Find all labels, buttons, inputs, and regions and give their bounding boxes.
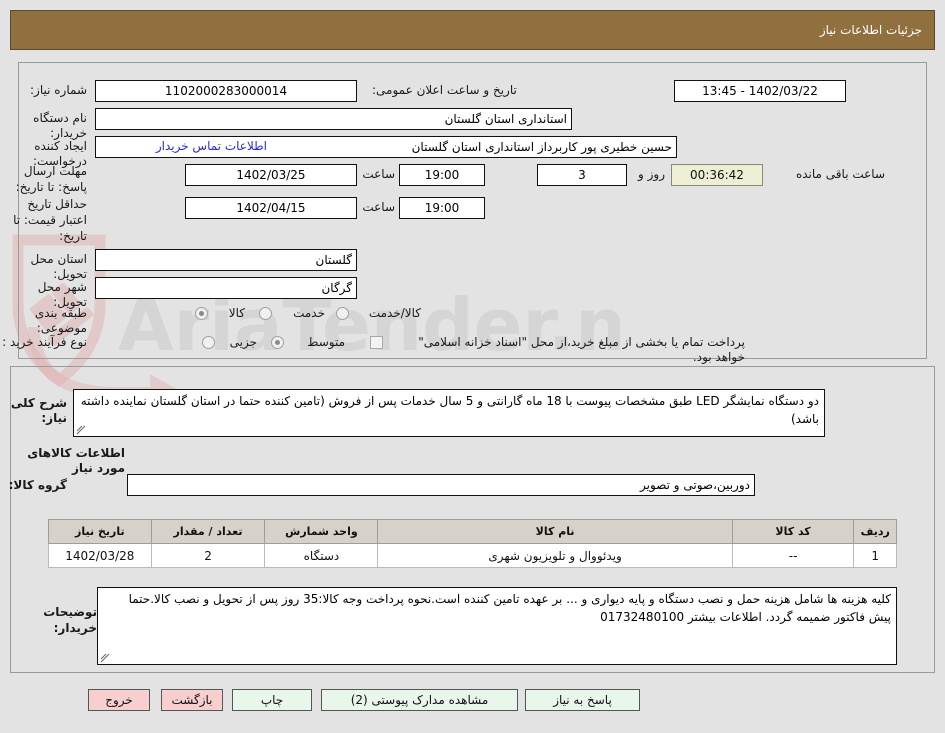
public-announcement-value: 1402/03/22 - 13:45 bbox=[674, 80, 846, 102]
delivery-province-label: استان محل تحویل: bbox=[30, 252, 87, 281]
resize-grip-icon[interactable] bbox=[76, 425, 86, 435]
goods-section-heading: اطلاعات کالاهای مورد نیاز bbox=[27, 446, 125, 475]
print-button[interactable]: چاپ bbox=[232, 689, 312, 711]
treasury-bond-checkbox[interactable] bbox=[370, 336, 383, 349]
price-validity-time-label: ساعت bbox=[362, 200, 395, 214]
buyer-notes-value: کلیه هزینه ها شامل هزینه حمل و نصب دستگا… bbox=[128, 592, 891, 624]
need-description-label: شرح کلی نیاز: bbox=[10, 396, 67, 425]
need-number-label: شماره نیاز: bbox=[30, 83, 87, 97]
radio-process-motavaset[interactable] bbox=[271, 336, 284, 349]
goods-group-label: گروه کالا: bbox=[8, 478, 67, 492]
need-number-value: 1102000283000014 bbox=[95, 80, 357, 102]
table-header-row: ردیف کد کالا نام کالا واحد شمارش تعداد /… bbox=[48, 519, 897, 544]
radio-process-jozei[interactable] bbox=[202, 336, 215, 349]
subject-category-label: طبقه بندی موضوعی: bbox=[34, 306, 87, 335]
th-code: کد کالا bbox=[731, 519, 855, 544]
cell-code: -- bbox=[731, 543, 855, 568]
goods-table: ردیف کد کالا نام کالا واحد شمارش تعداد /… bbox=[48, 519, 897, 568]
countdown-timer: 00:36:42 bbox=[671, 164, 763, 186]
table-row: 1 -- ویدئووال و تلویزیون شهری دستگاه 2 1… bbox=[48, 543, 897, 568]
th-unit: واحد شمارش bbox=[264, 519, 379, 544]
response-deadline-label: مهلت ارسال پاسخ: تا تاریخ: bbox=[15, 164, 87, 194]
buyer-notes-label: توضیحات خریدار: bbox=[43, 605, 97, 635]
radio-category-kala-label: کالا bbox=[228, 306, 245, 320]
need-description-textarea[interactable]: دو دستگاه نمایشگر LED طبق مشخصات پیوست ب… bbox=[73, 389, 825, 437]
buyer-org-label: نام دستگاه خریدار: bbox=[33, 111, 87, 140]
cell-need-date: 1402/03/28 bbox=[48, 543, 152, 568]
price-validity-label: حداقل تاریخ اعتبار قیمت: تا تاریخ: bbox=[13, 197, 87, 243]
radio-category-kala-khedmat[interactable] bbox=[336, 307, 349, 320]
resize-grip-icon-notes[interactable] bbox=[100, 653, 110, 663]
public-announcement-label: تاریخ و ساعت اعلان عمومی: bbox=[372, 83, 517, 97]
page-header: جزئیات اطلاعات نیاز bbox=[10, 10, 935, 50]
radio-category-kala-khedmat-label: کالا/خدمت bbox=[368, 306, 421, 320]
radio-process-jozei-label: جزیی bbox=[229, 335, 257, 349]
radio-category-kala[interactable] bbox=[195, 307, 208, 320]
response-deadline-time: 19:00 bbox=[399, 164, 485, 186]
delivery-province-value: گلستان bbox=[95, 249, 357, 271]
th-name: نام کالا bbox=[377, 519, 733, 544]
back-button[interactable]: بازگشت bbox=[161, 689, 223, 711]
cell-unit: دستگاه bbox=[264, 543, 379, 568]
radio-category-khedmat-label: خدمت bbox=[293, 306, 325, 320]
delivery-city-value: گرگان bbox=[95, 277, 357, 299]
goods-group-value: دوربین،صوتی و تصویر bbox=[127, 474, 755, 496]
cell-row-no: 1 bbox=[853, 543, 897, 568]
remaining-days-label: روز و bbox=[638, 167, 665, 181]
response-deadline-time-label: ساعت bbox=[362, 167, 395, 181]
countdown-suffix-label: ساعت باقی مانده bbox=[795, 167, 885, 181]
radio-process-motavaset-label: متوسط bbox=[307, 335, 345, 349]
buyer-org-value: استانداری استان گلستان bbox=[95, 108, 572, 130]
exit-button[interactable]: خروج bbox=[88, 689, 150, 711]
th-quantity: تعداد / مقدار bbox=[150, 519, 266, 544]
respond-to-need-button[interactable]: پاسخ به نیاز bbox=[525, 689, 640, 711]
cell-name: ویدئووال و تلویزیون شهری bbox=[377, 543, 733, 568]
page-title: جزئیات اطلاعات نیاز bbox=[819, 23, 922, 37]
treasury-bond-note: پرداخت تمام یا بخشی از مبلغ خرید،از محل … bbox=[418, 335, 745, 364]
purchase-process-label: نوع فرآیند خرید : bbox=[2, 335, 87, 349]
radio-category-khedmat[interactable] bbox=[259, 307, 272, 320]
price-validity-time: 19:00 bbox=[399, 197, 485, 219]
remaining-days-value: 3 bbox=[537, 164, 627, 186]
need-description-value: دو دستگاه نمایشگر LED طبق مشخصات پیوست ب… bbox=[80, 394, 819, 426]
cell-quantity: 2 bbox=[150, 543, 266, 568]
th-row-no: ردیف bbox=[853, 519, 897, 544]
buyer-contact-link[interactable]: اطلاعات تماس خریدار bbox=[156, 139, 267, 153]
view-attachments-button[interactable]: مشاهده مدارک پیوستی (2) bbox=[321, 689, 518, 711]
buyer-notes-textarea[interactable]: کلیه هزینه ها شامل هزینه حمل و نصب دستگا… bbox=[97, 587, 897, 665]
th-need-date: تاریخ نیاز bbox=[48, 519, 152, 544]
price-validity-date: 1402/04/15 bbox=[185, 197, 357, 219]
response-deadline-date: 1402/03/25 bbox=[185, 164, 357, 186]
